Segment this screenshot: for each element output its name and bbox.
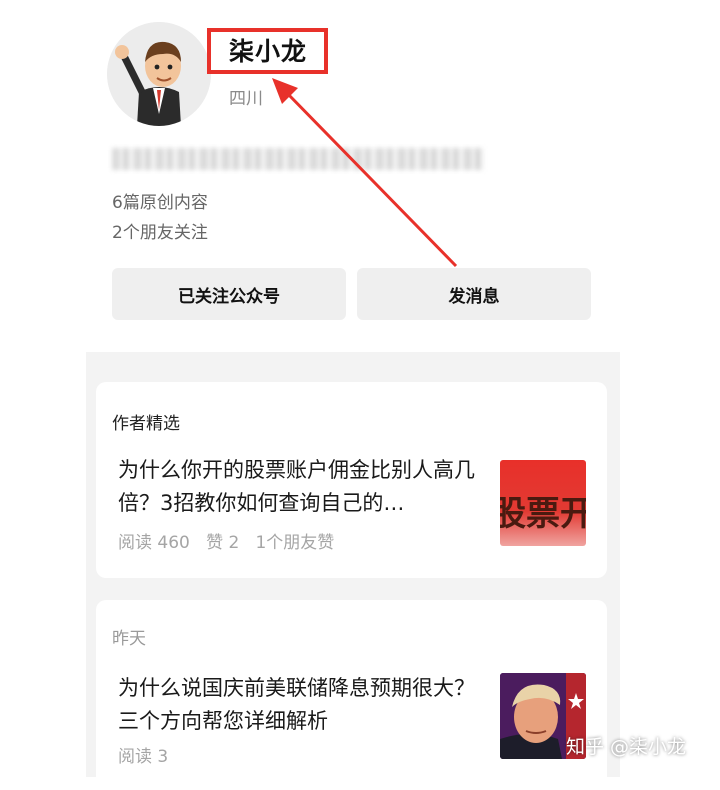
article-title[interactable]: 为什么说国庆前美联储降息预期很大？三个方向帮您详细解析 <box>118 672 488 738</box>
profile-region: 四川 <box>229 89 263 109</box>
featured-card: 作者精选 为什么你开的股票账户佣金比别人高几倍？3招教你如何查询自己的… 阅读 … <box>96 382 607 578</box>
avatar[interactable] <box>107 22 211 126</box>
article-meta: 阅读 460 赞 2 1个朋友赞 <box>118 533 335 553</box>
friends-following-count[interactable]: 2个朋友关注 <box>112 218 208 243</box>
article-meta: 阅读 3 <box>118 747 169 767</box>
blurred-description <box>112 148 484 170</box>
yesterday-card: 昨天 为什么说国庆前美联储降息预期很大？三个方向帮您详细解析 阅读 3 <box>96 600 607 790</box>
article-thumbnail[interactable]: 股票开户 <box>500 460 586 546</box>
cartoon-man-avatar-icon <box>107 22 211 126</box>
send-message-button[interactable]: 发消息 <box>357 268 591 320</box>
followed-account-button[interactable]: 已关注公众号 <box>112 268 346 320</box>
profile-name: 柒小龙 <box>229 37 308 66</box>
thumbnail-text: 股票开户 <box>500 494 586 534</box>
profile-header: 柒小龙 四川 6篇原创内容 2个朋友关注 已关注公众号 发消息 <box>0 0 720 350</box>
date-heading: 昨天 <box>112 629 146 649</box>
featured-heading: 作者精选 <box>112 414 180 434</box>
article-title[interactable]: 为什么你开的股票账户佣金比别人高几倍？3招教你如何查询自己的… <box>118 454 488 520</box>
zhihu-watermark: 知乎 @柒小龙 <box>566 736 687 758</box>
original-posts-count[interactable]: 6篇原创内容 <box>112 188 208 213</box>
